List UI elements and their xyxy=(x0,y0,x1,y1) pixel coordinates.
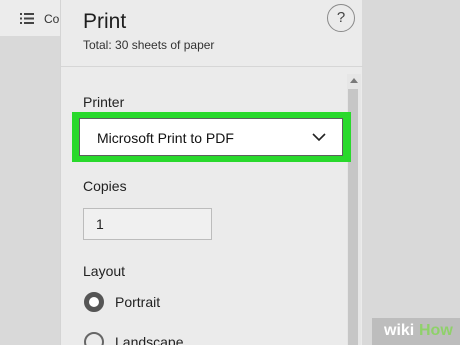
watermark-how: How xyxy=(419,322,453,339)
printer-select-value: Microsoft Print to PDF xyxy=(97,130,234,146)
print-panel: Print Total: 30 sheets of paper ? Printe… xyxy=(60,0,363,345)
copies-value: 1 xyxy=(96,216,104,232)
header-divider xyxy=(61,66,363,67)
printer-label: Printer xyxy=(83,94,125,110)
list-icon[interactable] xyxy=(20,13,38,24)
landscape-label: Landscape xyxy=(115,334,184,345)
chevron-down-icon xyxy=(312,133,326,142)
printer-select[interactable]: Microsoft Print to PDF xyxy=(79,118,343,156)
watermark-wiki: wiki xyxy=(384,322,415,339)
panel-title: Print xyxy=(83,10,127,33)
scroll-up-arrow-icon[interactable] xyxy=(350,78,358,83)
radio-portrait[interactable] xyxy=(84,292,104,312)
copies-input[interactable]: 1 xyxy=(83,208,212,240)
copies-label: Copies xyxy=(83,178,127,194)
wikihow-watermark: wiki How xyxy=(372,318,460,345)
background-partial-text: Co xyxy=(44,12,60,26)
layout-label: Layout xyxy=(83,263,126,279)
portrait-label: Portrait xyxy=(115,294,161,310)
sheet-count: Total: 30 sheets of paper xyxy=(83,38,215,52)
radio-landscape[interactable] xyxy=(84,332,104,345)
help-button[interactable]: ? xyxy=(327,4,355,32)
